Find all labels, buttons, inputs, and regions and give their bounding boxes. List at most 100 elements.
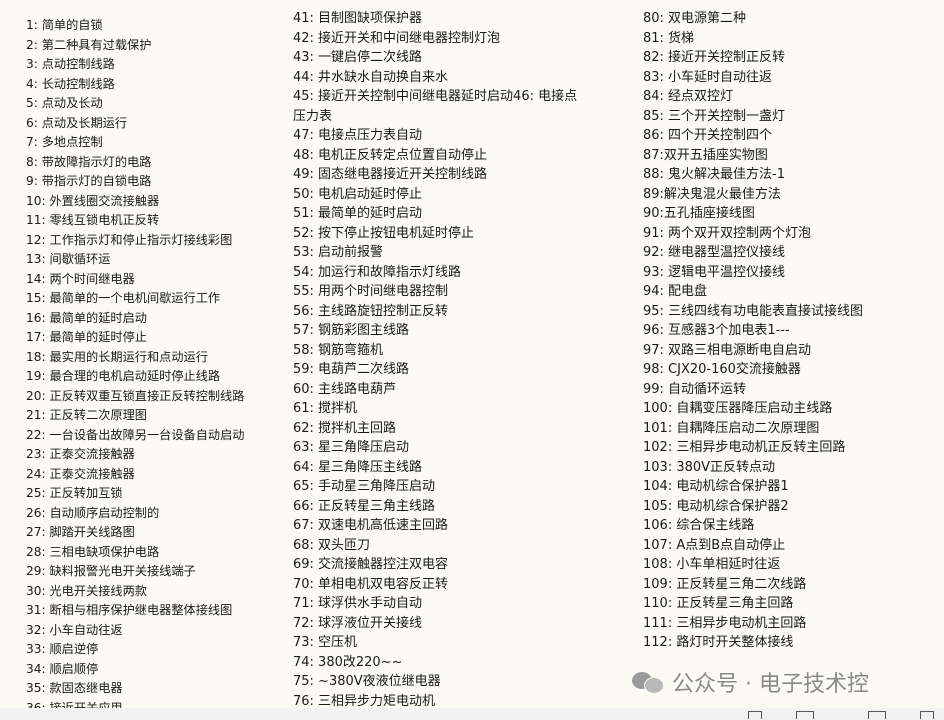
list-item: 99: 自动循环运转 — [643, 381, 747, 397]
list-item: 84: 经点双控灯 — [643, 89, 734, 104]
list-item: 30: 光电开关接线两款 — [26, 583, 147, 598]
list-item: 73: 空压机 — [293, 635, 358, 650]
list-item: 50: 电机启动延时停止 — [293, 186, 423, 202]
list-item: 43: 一键启停二次线路 — [293, 50, 423, 65]
list-item: 55: 用两个时间继电器控制 — [293, 284, 449, 299]
list-item: 93: 逻辑电平温控仪接线 — [643, 264, 786, 280]
list-item: 66: 正反转星三角主线路 — [293, 498, 436, 514]
list-item: 41: 目制图缺项保护器 — [293, 11, 423, 26]
list-item: 74: 380改220~~ — [293, 654, 403, 670]
two-page-icon[interactable] — [796, 711, 814, 719]
list-item: 100: 自耦变压器降压启动主线路 — [643, 401, 833, 416]
list-item: 2: 第二种具有过载保护 — [26, 37, 152, 52]
watermark-text: 公众号 · 电子技术控 — [672, 672, 869, 697]
list-item: 107: A点到B点自动停止 — [643, 537, 786, 553]
list-item: 29: 缺料报警光电开关接线端子 — [26, 564, 196, 578]
list-item: 24: 正泰交流接触器 — [26, 466, 135, 481]
list-item: 103: 380V正反转点动 — [643, 459, 776, 475]
list-item: 86: 四个开关控制四个 — [643, 128, 773, 143]
list-item: 16: 最简单的延时启动 — [26, 310, 147, 325]
list-item: 72: 球浮液位开关接线 — [293, 615, 423, 631]
list-item: 104: 电动机综合保护器1 — [643, 479, 789, 494]
page-icon[interactable] — [748, 711, 762, 719]
list-item: 7: 多地点控制 — [26, 135, 103, 149]
list-item: 15: 最简单的一个电机间歇运行工作 — [26, 291, 221, 305]
list-item: 12: 工作指示灯和停止指示灯接线彩图 — [26, 232, 233, 247]
list-item: 56: 主线路旋钮控制正反转 — [293, 303, 449, 319]
list-item: 1: 简单的自锁 — [26, 18, 103, 32]
watermark: 公众号 · 电子技术控 — [632, 666, 869, 698]
list-item: 28: 三相电缺项保护电路 — [26, 544, 160, 559]
wechat-icon — [632, 670, 664, 694]
list-item: 70: 单相电机双电容反正转 — [293, 576, 449, 592]
list-item: 85: 三个开关控制一盏灯 — [643, 108, 786, 124]
list-item: 61: 搅拌机 — [293, 401, 358, 416]
list-item: 80: 双电源第二种 — [643, 11, 747, 26]
list-item: 98: CJX20-160交流接触器 — [643, 362, 801, 377]
list-item: 33: 顺启逆停 — [26, 642, 99, 656]
list-item: 20: 正反转双重互锁直接正反转控制线路 — [26, 388, 245, 403]
list-item: 94: 配电盘 — [643, 284, 708, 299]
grid-icon[interactable] — [920, 711, 934, 719]
list-item: 69: 交流接触器控注双电容 — [293, 557, 449, 572]
list-item: 3: 点动控制线路 — [26, 57, 115, 71]
list-item: 59: 电葫芦二次线路 — [293, 362, 410, 377]
list-item: 51: 最简单的延时启动 — [293, 206, 423, 221]
list-item: 32: 小车自动往返 — [26, 622, 123, 637]
list-item: 67: 双速电机高低速主回路 — [293, 518, 449, 533]
list-item: 34: 顺启顺停 — [26, 661, 99, 676]
list-item: 22: 一台设备出故障另一台设备自动启动 — [26, 427, 245, 442]
list-item: 18: 最实用的长期运行和点动运行 — [26, 349, 208, 364]
list-item: 109: 正反转星三角二次线路 — [643, 576, 807, 592]
layout-icon[interactable] — [868, 711, 886, 719]
list-item: 71: 球浮供水手动自动 — [293, 596, 423, 611]
list-item: 111: 三相异步电动机主回路 — [643, 615, 807, 631]
list-item: 35: 款固态继电器 — [26, 681, 123, 695]
list-item: 44: 井水缺水自动换自来水 — [293, 69, 449, 85]
list-item: 91: 两个双开双控制两个灯泡 — [643, 225, 812, 241]
list-item: 54: 加运行和故障指示灯线路 — [293, 264, 462, 280]
list-item: 57: 钢筋彩图主线路 — [293, 323, 410, 338]
list-item: 4: 长动控制线路 — [26, 76, 115, 91]
list-item: 13: 间歇循环运 — [26, 252, 111, 266]
list-item: 105: 电动机综合保护器2 — [643, 498, 789, 514]
list-item: 83: 小车延时自动往返 — [643, 69, 773, 85]
list-item: 90:五孔插座接线图 — [643, 206, 755, 221]
list-item: 5: 点动及长动 — [26, 96, 103, 110]
list-item: 26: 自动顺序启动控制的 — [26, 505, 160, 520]
list-item: 42: 接近开关和中间继电器控制灯泡 — [293, 30, 501, 46]
list-item: 23: 正泰交流接触器 — [26, 447, 135, 461]
list-item: 64: 星三角降压主线路 — [293, 459, 423, 475]
list-item: 97: 双路三相电源断电自启动 — [643, 342, 812, 358]
list-item: 8: 带故障指示灯的电路 — [26, 154, 152, 169]
list-item: 63: 星三角降压启动 — [293, 440, 410, 455]
list-item: 45: 接近开关控制中间继电器延时启动46: 电接点 — [293, 89, 578, 104]
list-item: 87:双开五插座实物图 — [643, 147, 768, 163]
list-item: 压力表 — [293, 108, 333, 124]
list-item: 52: 按下停止按钮电机延时停止 — [293, 225, 475, 241]
list-item: 102: 三相异步电动机正反转主回路 — [643, 440, 846, 455]
bottom-toolbar — [0, 708, 944, 720]
list-item: 48: 电机正反转定点位置自动停止 — [293, 147, 488, 163]
list-column-3: 80: 双电源第二种 81: 货梯 82: 接近开关控制正反转 83: 小车延时自动往… — [643, 9, 939, 653]
list-item: 14: 两个时间继电器 — [26, 271, 135, 286]
list-item: 110: 正反转星三角主回路 — [643, 596, 794, 611]
list-item: 27: 脚踏开关线路图 — [26, 525, 135, 539]
list-item: 10: 外置线圈交流接触器 — [26, 193, 160, 208]
list-item: 82: 接近开关控制正反转 — [643, 50, 786, 65]
list-item: 96: 互感器3个加电表1--- — [643, 323, 790, 338]
list-item: 112: 路灯时开关整体接线 — [643, 635, 794, 650]
list-item: 65: 手动星三角降压启动 — [293, 479, 436, 494]
list-item: 31: 断相与相序保护继电器整体接线图 — [26, 603, 233, 617]
list-item: 47: 电接点压力表自动 — [293, 128, 423, 143]
list-item: 6: 点动及长期运行 — [26, 115, 128, 130]
list-item: 11: 零线互锁电机正反转 — [26, 213, 160, 227]
list-item: 101: 自耦降压启动二次原理图 — [643, 420, 820, 436]
list-item: 53: 启动前报警 — [293, 245, 384, 260]
list-item: 88: 鬼火解决最佳方法-1 — [643, 167, 786, 182]
list-item: 49: 固态继电器接近开关控制线路 — [293, 167, 488, 182]
list-item: 92: 继电器型温控仪接线 — [643, 245, 786, 260]
list-item: 75: ~380V夜液位继电器 — [293, 674, 441, 689]
list-item: 106: 综合保主线路 — [643, 518, 755, 533]
list-item: 62: 搅拌机主回路 — [293, 420, 397, 436]
